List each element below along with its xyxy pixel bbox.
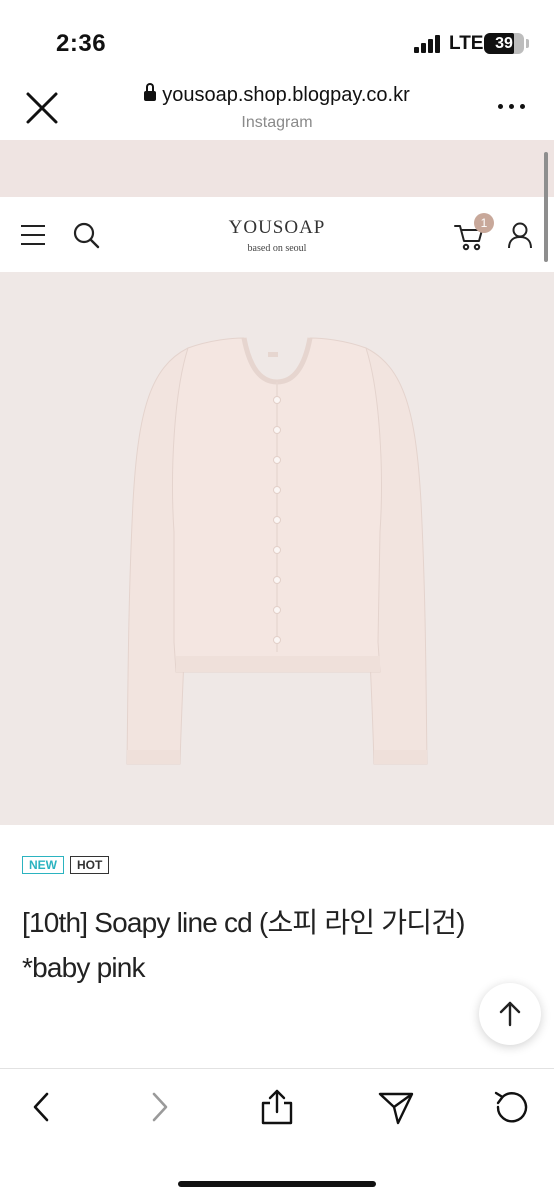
battery-level: 39 (495, 35, 513, 52)
badge-hot: HOT (70, 856, 110, 874)
source-app-label: Instagram (241, 114, 313, 131)
forward-button[interactable] (139, 1087, 179, 1127)
send-button[interactable] (376, 1087, 416, 1127)
user-icon (508, 222, 532, 249)
status-bar: 2:36 LTE 39 (0, 0, 554, 80)
site-header: YOUSOAP based on seoul 1 (0, 197, 554, 272)
forward-icon (152, 1092, 168, 1122)
share-button[interactable] (257, 1087, 297, 1127)
battery-cap (526, 39, 529, 48)
reload-button[interactable] (492, 1087, 532, 1127)
account-button[interactable] (506, 221, 534, 249)
back-button[interactable] (22, 1087, 62, 1127)
product-badges: NEW HOT (22, 856, 115, 874)
url-text: yousoap.shop.blogpay.co.kr (162, 84, 410, 106)
more-icon (498, 104, 503, 109)
signal-icon (414, 35, 442, 53)
more-button[interactable] (498, 102, 526, 112)
cardigan-image (126, 337, 428, 765)
badge-new: NEW (22, 856, 64, 874)
promo-strip (0, 140, 554, 197)
product-title: [10th] Soapy line cd (소피 라인 가디건) *baby p… (22, 907, 465, 983)
web-content[interactable]: YOUSOAP based on seoul 1 NEW HOT [10th] … (0, 140, 554, 1068)
share-icon (261, 1089, 293, 1125)
status-time: 2:36 (56, 30, 107, 57)
lock-icon (144, 83, 157, 102)
home-indicator[interactable] (178, 1181, 376, 1187)
reload-icon (494, 1091, 528, 1123)
send-icon (378, 1092, 414, 1125)
battery-icon: 39 (484, 33, 524, 54)
product-image[interactable] (0, 272, 554, 825)
cart-count-badge: 1 (474, 213, 494, 233)
page-scrollbar[interactable] (544, 152, 548, 262)
back-icon (33, 1092, 49, 1122)
network-type: LTE (449, 33, 484, 54)
arrow-up-icon (499, 1001, 521, 1027)
scroll-to-top-button[interactable] (479, 983, 541, 1045)
browser-header: yousoap.shop.blogpay.co.kr Instagram (0, 80, 554, 220)
url-bar[interactable]: yousoap.shop.blogpay.co.kr (0, 83, 554, 107)
